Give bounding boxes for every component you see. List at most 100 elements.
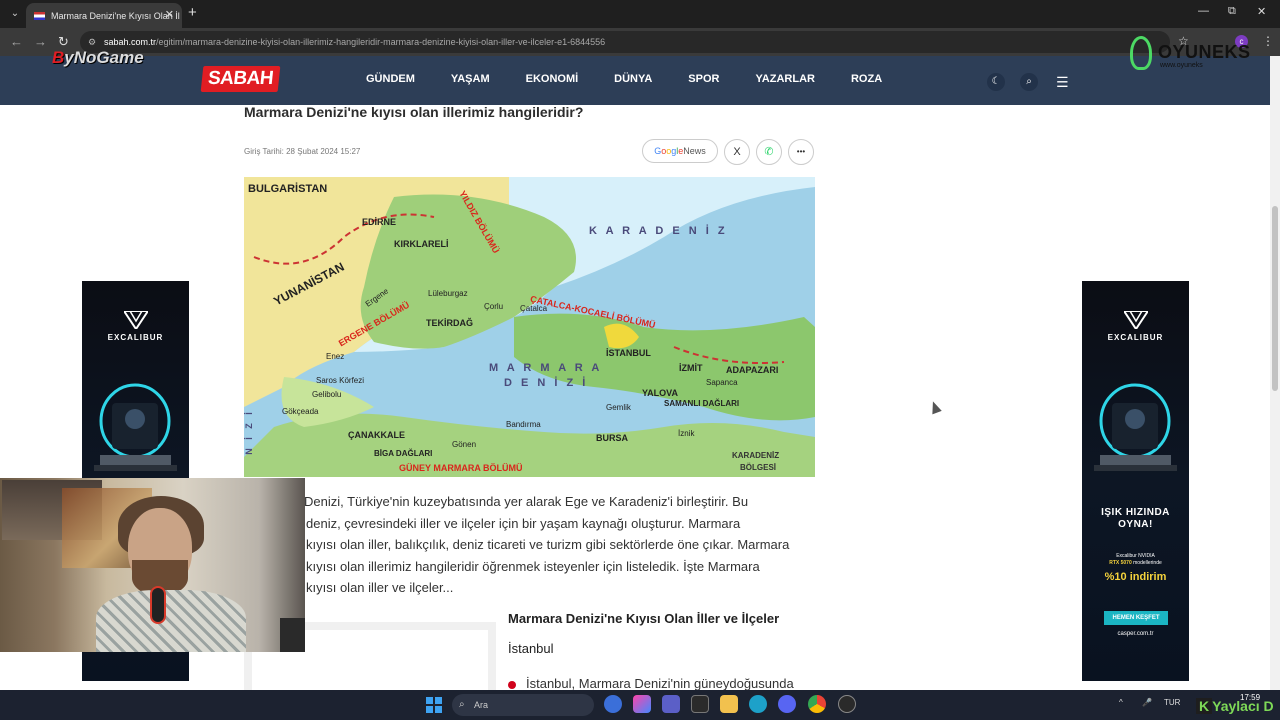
language-indicator[interactable]: TUR bbox=[1164, 698, 1180, 707]
oyuneks-text: OYUNEKS bbox=[1158, 42, 1251, 62]
map-label-denizi: D E N İ Z İ bbox=[504, 377, 589, 389]
store-icon[interactable] bbox=[691, 695, 709, 713]
watermark-k: K bbox=[1196, 698, 1213, 714]
map-label-tekirdag: TEKİRDAĞ bbox=[426, 318, 473, 328]
map-label-biga: BİGA DAĞLARI bbox=[374, 449, 433, 458]
ad-cta-button[interactable]: HEMEN KEŞFET bbox=[1104, 611, 1168, 625]
ad-small-print: Excalibur NVIDIA RTX 5070 modellerinde bbox=[1082, 553, 1189, 567]
map-label-istanbul: İSTANBUL bbox=[606, 348, 651, 358]
nav-roza[interactable]: ROZA bbox=[851, 73, 882, 85]
url-field[interactable]: ⚙ sabah.com.tr/egitim/marmara-denizine-k… bbox=[80, 31, 1170, 53]
chrome-icon[interactable] bbox=[808, 695, 826, 713]
map-label-kirklareli: KIRKLARELİ bbox=[394, 239, 449, 249]
browser-menu-icon[interactable]: ⋮ bbox=[1262, 34, 1274, 48]
main-nav: GÜNDEM YAŞAM EKONOMİ DÜNYA SPOR YAZARLAR… bbox=[366, 73, 918, 85]
browser-tab-active[interactable]: Marmara Denizi'ne Kıyısı Olan İl ✕ bbox=[26, 3, 182, 28]
oyuneks-sub: www.oyuneks bbox=[1160, 62, 1203, 69]
webcam-person-shirt bbox=[96, 590, 246, 652]
body-line: Denizi, Türkiye'nin kuzeybatısında yer a… bbox=[304, 494, 749, 509]
tray-chevron-icon[interactable]: ^ bbox=[1119, 698, 1123, 707]
close-window-button[interactable]: ✕ bbox=[1257, 5, 1266, 18]
page-scrollbar[interactable] bbox=[1270, 56, 1280, 690]
nav-yasam[interactable]: YAŞAM bbox=[451, 73, 490, 85]
new-tab-button[interactable]: + bbox=[188, 4, 197, 21]
back-arrow-icon[interactable]: ← bbox=[10, 34, 23, 49]
map-background bbox=[244, 177, 815, 477]
discord-icon[interactable] bbox=[778, 695, 796, 713]
article-headline: Marmara Denizi'ne kıyısı olan illerimiz … bbox=[244, 104, 584, 120]
theme-toggle-icon[interactable]: ☾ bbox=[987, 73, 1005, 91]
microphone-icon[interactable]: 🎤 bbox=[1142, 698, 1152, 707]
taskbar-search-text: Ara bbox=[474, 700, 489, 710]
tab-title: Marmara Denizi'ne Kıyısı Olan İl bbox=[51, 10, 180, 21]
map-label-gemlik: Gemlik bbox=[606, 403, 631, 412]
article-body: Denizi, Türkiye'nin kuzeybatısında yer a… bbox=[244, 491, 816, 599]
restore-button[interactable]: ⧉ bbox=[1228, 5, 1236, 18]
windows-start-icon[interactable] bbox=[426, 697, 442, 713]
taskbar-search[interactable]: ⌕ Ara bbox=[452, 694, 594, 716]
nav-yazarlar[interactable]: YAZARLAR bbox=[755, 73, 815, 85]
body-line: kıyısı olan iller, balıkçılık, deniz tic… bbox=[306, 537, 790, 552]
ad-discount: %10 indirim bbox=[1104, 571, 1167, 583]
minimize-button[interactable]: — bbox=[1198, 5, 1209, 17]
ad-brand: EXCALIBUR bbox=[107, 333, 164, 342]
nav-spor[interactable]: SPOR bbox=[688, 73, 719, 85]
share-x-button[interactable]: X bbox=[724, 139, 750, 165]
taskbar-clock[interactable]: 17:59 bbox=[1240, 693, 1260, 703]
ad-small-1: Excalibur NVIDIA bbox=[1116, 553, 1155, 559]
map-label-samanli: SAMANLI DAĞLARI bbox=[664, 399, 740, 408]
streamer-watermark: K Yaylacı D bbox=[1196, 698, 1274, 714]
map-label-iznik: İznik bbox=[678, 429, 695, 438]
ad-slogan: IŞIK HIZINDA OYNA! bbox=[1082, 507, 1189, 531]
map-label-gelibolu: Gelibolu bbox=[312, 390, 342, 399]
google-news-button[interactable]: GoogleNews bbox=[642, 139, 718, 163]
map-label-luleburgaz: Lüleburgaz bbox=[428, 289, 468, 298]
share-whatsapp-icon[interactable]: ✆ bbox=[756, 139, 782, 165]
hamburger-menu-icon[interactable]: ☰ bbox=[1056, 74, 1069, 91]
bullet-dot-icon bbox=[508, 680, 516, 689]
map-label-nizi: N İ Z İ bbox=[244, 409, 254, 455]
nav-ekonomi[interactable]: EKONOMİ bbox=[526, 73, 579, 85]
map-label-sapanca: Sapanca bbox=[706, 378, 738, 387]
map-label-bolgesi: BÖLGESİ bbox=[740, 463, 777, 472]
ad-site: casper.com.tr bbox=[1117, 631, 1154, 637]
nav-gundem[interactable]: GÜNDEM bbox=[366, 73, 415, 85]
body-line: kıyısı olan illerimiz hangileridir öğren… bbox=[306, 558, 760, 574]
map-label-yalova: YALOVA bbox=[642, 388, 679, 398]
file-explorer-icon[interactable] bbox=[720, 695, 738, 713]
right-ad-banner[interactable]: EXCALIBUR IŞIK HIZINDA OYNA! Excalibur N… bbox=[1082, 281, 1189, 681]
marmara-region-map: BULGARİSTAN YUNANİSTAN K A R A D E N İ Z… bbox=[244, 177, 815, 477]
map-label-bursa: BURSA bbox=[596, 433, 629, 443]
bynogame-text: yNoGame bbox=[64, 48, 144, 67]
edge-icon[interactable] bbox=[749, 695, 767, 713]
oyuneks-mascot-icon bbox=[1130, 36, 1152, 70]
gaming-laptop-icon bbox=[94, 383, 177, 471]
copilot-icon[interactable] bbox=[633, 695, 651, 713]
search-icon[interactable]: ⌕ bbox=[1020, 73, 1038, 91]
section-subhead: Marmara Denizi'ne Kıyısı Olan İller ve İ… bbox=[508, 611, 780, 626]
map-label-guney-marmara: GÜNEY MARMARA BÖLÜMÜ bbox=[399, 463, 523, 473]
bynogame-b: B bbox=[52, 48, 65, 67]
nav-dunya[interactable]: DÜNYA bbox=[614, 73, 652, 85]
teams-icon[interactable] bbox=[662, 695, 680, 713]
map-label-bandirma: Bandırma bbox=[506, 420, 541, 429]
scroll-thumb[interactable] bbox=[1272, 206, 1278, 391]
browser-tab-bar: ⌄ Marmara Denizi'ne Kıyısı Olan İl ✕ + —… bbox=[0, 0, 1280, 28]
excalibur-logo-icon bbox=[1124, 311, 1148, 329]
ad-brand: EXCALIBUR bbox=[1107, 333, 1164, 342]
settings-gear-icon[interactable] bbox=[838, 695, 856, 713]
sabah-logo[interactable]: SABAH bbox=[200, 66, 281, 92]
tab-close-icon[interactable]: ✕ bbox=[165, 8, 174, 21]
map-label-gokceada: Gökçeada bbox=[282, 407, 319, 416]
forward-arrow-icon[interactable]: → bbox=[34, 34, 47, 49]
map-label-canakkale: ÇANAKKALE bbox=[348, 430, 405, 440]
share-more-button[interactable]: ••• bbox=[788, 139, 814, 165]
excalibur-logo-icon bbox=[124, 311, 148, 329]
taskbar-app-icon[interactable] bbox=[604, 695, 622, 713]
webcam-overlay bbox=[0, 478, 305, 652]
gnews-news-text: News bbox=[683, 146, 706, 156]
map-label-izmit: İZMİT bbox=[679, 363, 703, 373]
map-label-corlu: Çorlu bbox=[484, 302, 504, 311]
tab-search-icon[interactable]: ⌄ bbox=[6, 5, 24, 23]
map-label-adapazari: ADAPAZARI bbox=[726, 365, 779, 375]
